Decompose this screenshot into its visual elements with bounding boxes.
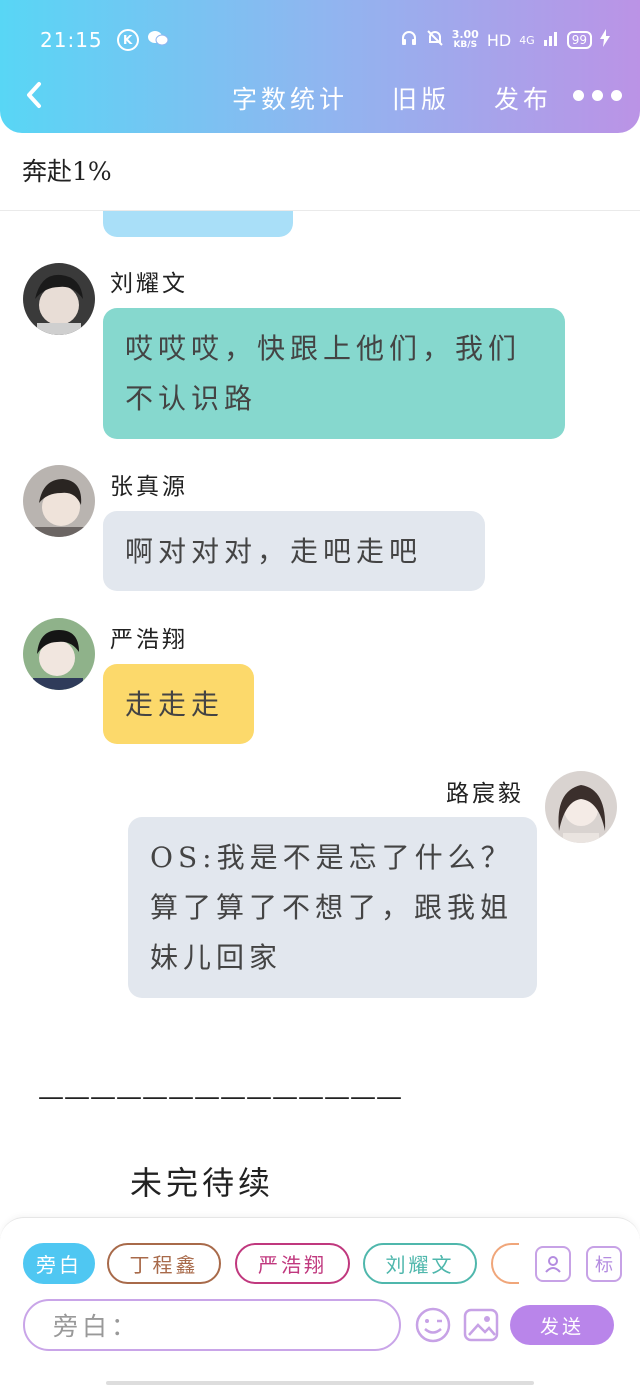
avatar[interactable]: [23, 263, 95, 335]
speed-unit: KB/S: [453, 40, 478, 50]
status-right: 3.00 KB/S HD 4G 99: [400, 29, 610, 51]
hd-indicator: HD: [486, 30, 512, 50]
character-chip[interactable]: 严浩翔: [235, 1243, 350, 1284]
message-bubble: 啊对对对，走吧走吧: [103, 511, 485, 591]
sender-name: 张真源: [110, 474, 188, 500]
to-be-continued-text: 未完待续: [130, 1164, 275, 1202]
network-speed: 3.00 KB/S: [452, 29, 479, 51]
top-nav: 字数统计 旧版 发布: [0, 72, 640, 122]
charging-icon: [600, 29, 610, 51]
mute-bell-icon: [426, 29, 444, 51]
publish-button[interactable]: 发布: [494, 80, 552, 116]
headphone-icon: [400, 29, 418, 51]
avatar[interactable]: [545, 771, 617, 843]
word-count-button[interactable]: 字数统计: [232, 80, 348, 116]
old-version-button[interactable]: 旧版: [392, 80, 450, 116]
speed-value: 3.00: [451, 28, 479, 41]
sender-name: 严浩翔: [110, 627, 188, 653]
avatar[interactable]: [23, 618, 95, 690]
message-input[interactable]: 旁白：: [23, 1299, 401, 1351]
section-separator: ——————————————: [38, 1082, 402, 1112]
divider: [0, 210, 640, 211]
tag-button[interactable]: 标: [586, 1246, 622, 1282]
message-bubble: 走走走: [103, 664, 254, 744]
character-chip[interactable]: 刘耀文: [363, 1243, 477, 1284]
sender-name: 路宸毅: [446, 781, 524, 807]
signal-icon: [543, 30, 559, 50]
send-button[interactable]: 发送: [510, 1305, 614, 1345]
status-time: 21:15: [40, 28, 103, 52]
k-app-icon: K: [116, 29, 139, 51]
character-chip-narrator[interactable]: 旁白: [23, 1243, 95, 1284]
message-bubble: OS:我是不是忘了什么？算了算了不想了，跟我姐妹儿回家: [128, 817, 537, 998]
more-icon[interactable]: [573, 90, 622, 101]
previous-message-bubble: [103, 211, 293, 237]
sender-name: 刘耀文: [110, 271, 188, 297]
story-title: 奔赴1%: [22, 157, 112, 186]
wechat-icon: [147, 29, 169, 52]
home-indicator[interactable]: [106, 1381, 534, 1385]
character-chip[interactable]: 丁程鑫: [107, 1243, 221, 1284]
character-manager-icon[interactable]: [535, 1246, 571, 1282]
status-bar: 21:15 K 3.00 KB/S HD 4G 99: [40, 22, 610, 58]
avatar[interactable]: [23, 465, 95, 537]
nav-items: 字数统计 旧版 发布: [232, 80, 552, 116]
image-icon[interactable]: [463, 1307, 499, 1347]
network-type: 4G: [519, 33, 535, 47]
message-bubble: 哎哎哎，快跟上他们，我们不认识路: [103, 308, 565, 439]
header: 21:15 K 3.00 KB/S HD 4G 99 字数统计 旧版 发布: [0, 0, 640, 133]
back-icon[interactable]: [24, 80, 44, 110]
emoji-icon[interactable]: [414, 1306, 452, 1348]
battery-level: 99: [566, 31, 592, 49]
